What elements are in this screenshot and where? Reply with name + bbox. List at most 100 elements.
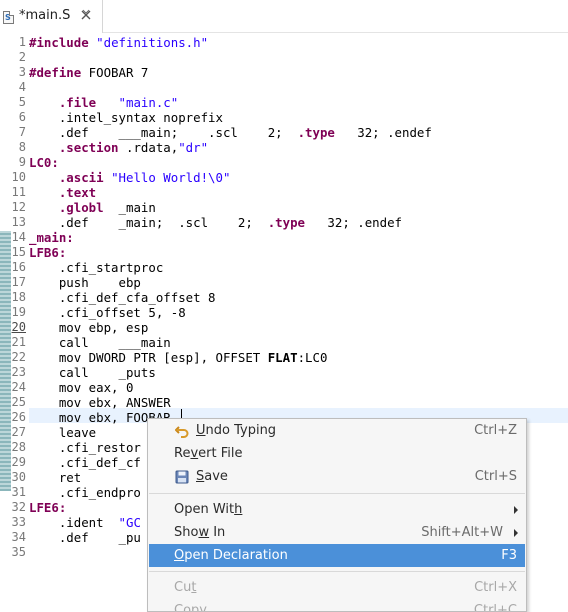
menu-item-copy[interactable]: Copy Ctrl+C — [149, 599, 525, 612]
code-text[interactable]: mov eax, 0 — [29, 380, 134, 395]
code-text[interactable]: .text — [29, 185, 96, 200]
code-line[interactable]: 18 .cfi_def_cfa_offset 8 — [0, 290, 568, 305]
code-text[interactable]: call ___main — [29, 335, 171, 350]
code-text[interactable]: leave — [29, 425, 96, 440]
menu-item-label: Undo Typing — [196, 423, 277, 438]
code-line[interactable]: 2 — [0, 50, 568, 65]
code-text[interactable]: .cfi_def_cf — [29, 455, 141, 470]
code-text[interactable]: .cfi_restor — [29, 440, 141, 455]
line-number: 13 — [11, 215, 26, 229]
line-number: 17 — [11, 275, 26, 289]
code-text[interactable]: .globl _main — [29, 200, 156, 215]
line-number: 24 — [11, 380, 26, 394]
context-menu: Undo Typing Ctrl+Z Revert File Save Ctrl… — [147, 418, 527, 612]
line-number: 27 — [11, 425, 26, 439]
code-line[interactable]: 13 .def _main; .scl 2; .type 32; .endef — [0, 215, 568, 230]
line-number: 19 — [11, 305, 26, 319]
code-text[interactable]: #define FOOBAR 7 — [29, 65, 148, 80]
code-text[interactable]: mov ebp, esp — [29, 320, 149, 335]
code-line[interactable]: 11 .text — [0, 185, 568, 200]
code-line[interactable]: 10 .ascii "Hello World!\0" — [0, 170, 568, 185]
code-text[interactable]: _main: — [29, 230, 74, 245]
line-number: 31 — [11, 485, 26, 499]
code-text[interactable]: ret — [29, 470, 81, 485]
line-number: 25 — [11, 395, 26, 409]
line-number: 9 — [18, 155, 26, 169]
submenu-arrow-icon — [514, 529, 518, 537]
code-text[interactable]: .def ___main; .scl 2; .type 32; .endef — [29, 125, 432, 140]
code-text[interactable]: LFB6: — [29, 245, 66, 260]
code-line[interactable]: 5 .file "main.c" — [0, 95, 568, 110]
code-line[interactable]: 23 call _puts — [0, 365, 568, 380]
code-line[interactable]: 16 .cfi_startproc — [0, 260, 568, 275]
line-number: 7 — [18, 125, 26, 139]
menu-item-open-declaration[interactable]: Open Declaration F3 — [149, 544, 525, 567]
code-line[interactable]: 12 .globl _main — [0, 200, 568, 215]
code-text[interactable]: #include "definitions.h" — [29, 35, 208, 50]
code-text[interactable]: .cfi_def_cfa_offset 8 — [29, 290, 216, 305]
line-number: 10 — [11, 170, 26, 184]
code-text[interactable]: .ascii "Hello World!\0" — [29, 170, 231, 185]
code-line[interactable]: 7 .def ___main; .scl 2; .type 32; .endef — [0, 125, 568, 140]
assembly-file-icon: S — [3, 11, 14, 24]
code-line[interactable]: 3 #define FOOBAR 7 — [0, 65, 568, 80]
code-line[interactable]: 20 mov ebp, esp — [0, 320, 568, 335]
menu-item-show-in[interactable]: Show In Shift+Alt+W — [149, 521, 525, 544]
line-number: 20 — [11, 320, 26, 334]
menu-item-save[interactable]: Save Ctrl+S — [149, 465, 525, 488]
line-number: 2 — [18, 50, 26, 64]
tab-main-s[interactable]: S *main.S — [0, 0, 103, 33]
code-text[interactable]: LC0: — [29, 155, 59, 170]
line-number: 21 — [11, 335, 26, 349]
code-line[interactable]: 19 .cfi_offset 5, -8 — [0, 305, 568, 320]
save-icon — [175, 470, 189, 484]
line-number: 16 — [11, 260, 26, 274]
code-line[interactable]: 8 .section .rdata,"dr" — [0, 140, 568, 155]
menu-separator — [149, 493, 525, 494]
menu-item-undo-typing[interactable]: Undo Typing Ctrl+Z — [149, 419, 525, 442]
menu-item-label: Show In — [174, 525, 226, 540]
line-number: 26 — [11, 410, 26, 424]
code-text[interactable]: push ebp — [29, 275, 141, 290]
code-line[interactable]: 9 LC0: — [0, 155, 568, 170]
menu-item-revert-file[interactable]: Revert File — [149, 442, 525, 465]
code-line[interactable]: 14 _main: — [0, 230, 568, 245]
menu-item-label: Copy — [174, 603, 207, 612]
code-text[interactable]: .def _main; .scl 2; .type 32; .endef — [29, 215, 402, 230]
menu-item-cut[interactable]: Cut Ctrl+X — [149, 576, 525, 599]
code-text[interactable]: .file "main.c" — [29, 95, 178, 110]
line-number: 11 — [11, 185, 26, 199]
code-line[interactable]: 1 #include "definitions.h" — [0, 35, 568, 50]
code-text[interactable]: .cfi_endpro — [29, 485, 141, 500]
code-text[interactable]: LFE6: — [29, 500, 66, 515]
code-line[interactable]: 6 .intel_syntax noprefix — [0, 110, 568, 125]
code-text[interactable]: .ident "GC — [29, 515, 141, 530]
menu-item-label: Open With — [174, 502, 243, 517]
menu-separator — [149, 571, 525, 572]
code-text[interactable]: .section .rdata,"dr" — [29, 140, 208, 155]
code-line[interactable]: 21 call ___main — [0, 335, 568, 350]
line-number: 23 — [11, 365, 26, 379]
code-line[interactable]: 17 push ebp — [0, 275, 568, 290]
code-line[interactable]: 22 mov DWORD PTR [esp], OFFSET FLAT:LC0 — [0, 350, 568, 365]
line-number: 14 — [11, 230, 26, 244]
menu-item-open-with[interactable]: Open With — [149, 498, 525, 521]
code-line[interactable]: 4 — [0, 80, 568, 95]
line-number: 8 — [18, 140, 26, 154]
code-text[interactable]: mov DWORD PTR [esp], OFFSET FLAT:LC0 — [29, 350, 328, 365]
line-number: 12 — [11, 200, 26, 214]
code-text[interactable]: .cfi_offset 5, -8 — [29, 305, 186, 320]
code-text[interactable]: mov ebx, ANSWER — [29, 395, 171, 410]
code-line[interactable]: 24 mov eax, 0 — [0, 380, 568, 395]
code-text[interactable]: .def _pu — [29, 530, 141, 545]
code-text[interactable]: call _puts — [29, 365, 156, 380]
menu-item-shortcut: Ctrl+S — [474, 469, 517, 484]
line-number: 34 — [11, 530, 26, 544]
code-text[interactable]: .intel_syntax noprefix — [29, 110, 223, 125]
code-text[interactable]: .cfi_startproc — [29, 260, 163, 275]
menu-item-label: Open Declaration — [174, 548, 288, 563]
close-icon[interactable] — [80, 9, 92, 21]
code-line[interactable]: 15 LFB6: — [0, 245, 568, 260]
code-line[interactable]: 25 mov ebx, ANSWER — [0, 395, 568, 410]
line-number: 1 — [18, 35, 26, 49]
